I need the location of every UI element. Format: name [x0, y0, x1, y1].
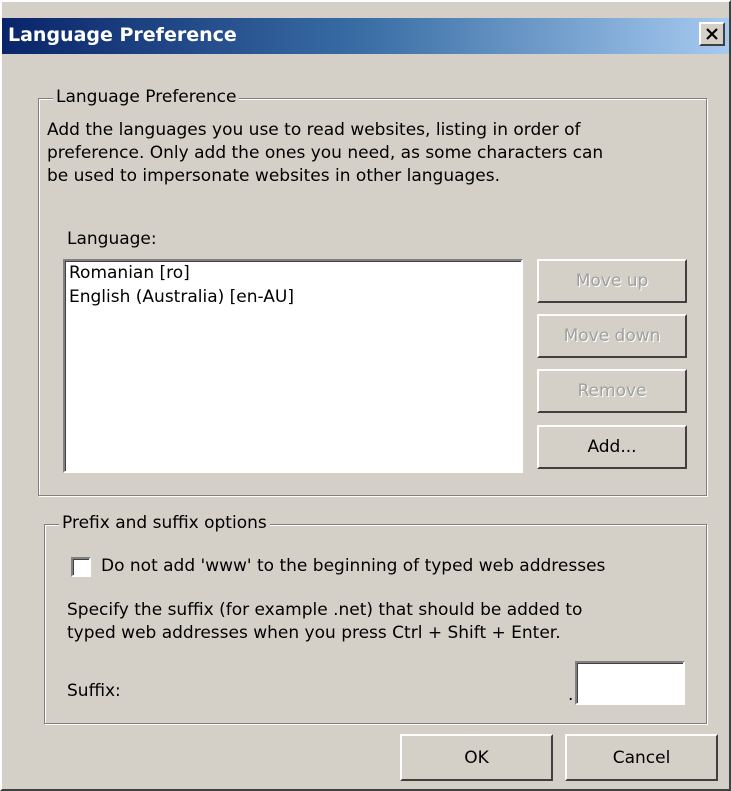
suffix-label: Suffix: [67, 681, 121, 701]
language-list-item[interactable]: English (Australia) [en-AU] [65, 285, 521, 309]
suffix-input[interactable] [575, 661, 685, 705]
language-list-item[interactable]: Romanian [ro] [65, 261, 521, 285]
move-down-button[interactable]: Move down [537, 314, 687, 358]
close-button[interactable] [699, 22, 725, 46]
cancel-button[interactable]: Cancel [565, 734, 718, 781]
language-description: Add the languages you use to read websit… [47, 119, 603, 188]
language-listbox[interactable]: Romanian [ro] English (Australia) [en-AU… [63, 259, 523, 473]
close-icon [706, 28, 718, 40]
prefix-suffix-group: Prefix and suffix options Do not add 'ww… [44, 513, 707, 724]
no-www-checkbox-label[interactable]: Do not add 'www' to the beginning of typ… [101, 556, 605, 576]
remove-button[interactable]: Remove [537, 369, 687, 413]
language-list-label: Language: [67, 229, 157, 249]
language-description-line: Add the languages you use to read websit… [47, 120, 581, 140]
add-button[interactable]: Add... [537, 425, 687, 469]
window-title: Language Preference [8, 24, 237, 46]
title-bar[interactable]: Language Preference [2, 18, 729, 54]
language-description-line: preference. Only add the ones you need, … [47, 143, 604, 163]
prefix-suffix-legend: Prefix and suffix options [59, 513, 270, 533]
language-description-line: be used to impersonate websites in other… [47, 166, 501, 186]
suffix-description-line: Specify the suffix (for example .net) th… [67, 600, 583, 620]
ok-button[interactable]: OK [400, 734, 553, 781]
suffix-dot: . [568, 685, 574, 705]
no-www-checkbox[interactable] [71, 557, 91, 577]
language-preference-legend: Language Preference [53, 87, 240, 107]
suffix-description: Specify the suffix (for example .net) th… [67, 599, 582, 645]
move-up-button[interactable]: Move up [537, 259, 687, 303]
dialog-window: Language Preference Language Preference … [0, 0, 731, 791]
suffix-description-line: typed web addresses when you press Ctrl … [67, 623, 561, 643]
language-preference-group: Language Preference Add the languages yo… [38, 87, 707, 496]
